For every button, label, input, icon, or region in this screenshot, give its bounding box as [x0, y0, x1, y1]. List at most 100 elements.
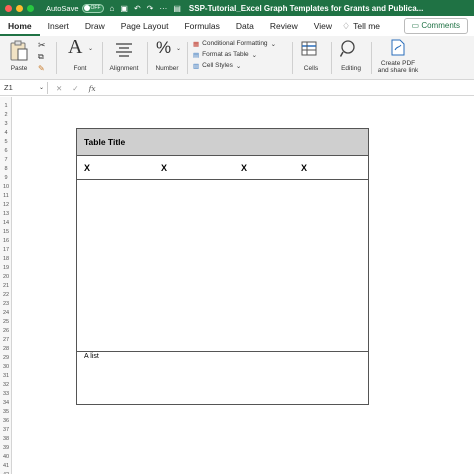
tell-me-search[interactable]: Tell me [353, 21, 380, 31]
styles-group: ▦ Conditional Formatting ⌄ ▤ Format as T… [193, 38, 291, 82]
paste-icon [10, 40, 28, 61]
cell-styles-button[interactable]: ▥ Cell Styles ⌄ [193, 60, 291, 71]
table-title: Table Title [77, 129, 368, 156]
ribbon: Paste ✂ ⧉ ✎ A ⌄ Font Alignment % ⌄ Numbe… [0, 36, 474, 80]
copy-icon[interactable]: ⧉ [38, 52, 44, 62]
save-icon[interactable]: ▣ [120, 4, 128, 13]
formula-input[interactable] [108, 81, 474, 96]
row-header[interactable]: 20 [0, 273, 12, 282]
row-header[interactable]: 10 [0, 183, 12, 192]
row-header[interactable]: 34 [0, 399, 12, 408]
row-header[interactable]: 33 [0, 390, 12, 399]
format-as-table-button[interactable]: ▤ Format as Table ⌄ [193, 49, 291, 60]
table-header-cell: X [241, 163, 248, 173]
row-header[interactable]: 7 [0, 156, 12, 165]
row-header[interactable]: 39 [0, 444, 12, 453]
cancel-icon[interactable]: ✕ [56, 81, 62, 96]
more-icon[interactable]: ··· [159, 4, 167, 13]
format-as-table-label: Format as Table [202, 51, 249, 58]
chevron-down-icon: ⌄ [270, 40, 277, 48]
row-header[interactable]: 30 [0, 363, 12, 372]
close-window-button[interactable] [5, 4, 12, 12]
format-painter-icon[interactable]: ✎ [38, 64, 45, 73]
tab-view[interactable]: View [306, 16, 340, 36]
row-header[interactable]: 12 [0, 201, 12, 210]
tab-formulas[interactable]: Formulas [176, 16, 227, 36]
row-header[interactable]: 36 [0, 417, 12, 426]
row-header[interactable]: 41 [0, 462, 12, 471]
row-header[interactable]: 4 [0, 129, 12, 138]
row-headers: 1 2 3 4 5 6 7 8 9 10 11 12 13 14 15 16 17 18 19 20 21 22 23 24 2… [0, 97, 12, 474]
row-header[interactable]: 38 [0, 435, 12, 444]
row-header[interactable]: 16 [0, 237, 12, 246]
alignment-label: Alignment [109, 65, 139, 72]
row-header[interactable]: 32 [0, 381, 12, 390]
conditional-formatting-button[interactable]: ▦ Conditional Formatting ⌄ [193, 38, 291, 49]
tab-draw[interactable]: Draw [77, 16, 113, 36]
row-header[interactable]: 29 [0, 354, 12, 363]
alignment-button[interactable]: Alignment [104, 36, 144, 80]
row-header[interactable]: 21 [0, 282, 12, 291]
row-header[interactable]: 28 [0, 345, 12, 354]
zoom-window-button[interactable] [27, 4, 34, 12]
comments-button[interactable]: ▭ Comments [403, 18, 468, 34]
tab-review[interactable]: Review [262, 16, 306, 36]
document-title: SSP-Tutorial_Excel Graph Templates for G… [188, 3, 424, 13]
cells-button[interactable]: Cells [295, 36, 327, 80]
formula-icons: ✕ ✓ fx [56, 81, 96, 96]
create-pdf-button[interactable]: Create PDF and share link [374, 36, 422, 80]
row-header[interactable]: 27 [0, 336, 12, 345]
create-pdf-label: Create PDF and share link [374, 60, 422, 74]
row-header[interactable]: 26 [0, 327, 12, 336]
function-icon[interactable]: fx [89, 81, 96, 96]
paste-label: Paste [10, 65, 28, 72]
row-header[interactable]: 6 [0, 147, 12, 156]
row-header[interactable]: 14 [0, 219, 12, 228]
row-header[interactable]: 37 [0, 426, 12, 435]
home-icon[interactable]: ⌂ [110, 4, 115, 13]
conditional-formatting-label: Conditional Formatting [202, 40, 268, 47]
tab-home[interactable]: Home [0, 16, 40, 36]
tab-data[interactable]: Data [228, 16, 262, 36]
row-header[interactable]: 1 [0, 102, 12, 111]
autosave-toggle[interactable]: OFF [81, 3, 104, 13]
tab-insert[interactable]: Insert [40, 16, 77, 36]
row-header[interactable]: 18 [0, 255, 12, 264]
cut-icon[interactable]: ✂ [38, 40, 46, 51]
row-header[interactable]: 35 [0, 408, 12, 417]
name-box[interactable]: Z1 ⌄ [2, 82, 48, 94]
font-icon: A [68, 36, 83, 58]
row-header[interactable]: 24 [0, 309, 12, 318]
row-header[interactable]: 11 [0, 192, 12, 201]
row-header[interactable]: 13 [0, 210, 12, 219]
row-header[interactable]: 15 [0, 228, 12, 237]
row-header[interactable]: 9 [0, 174, 12, 183]
row-header[interactable]: 31 [0, 372, 12, 381]
row-header[interactable]: 2 [0, 111, 12, 120]
row-header[interactable]: 23 [0, 300, 12, 309]
tab-page-layout[interactable]: Page Layout [113, 16, 177, 36]
row-header[interactable]: 19 [0, 264, 12, 273]
row-header[interactable]: 3 [0, 120, 12, 129]
paste-button[interactable]: Paste [4, 36, 34, 80]
row-header[interactable]: 8 [0, 165, 12, 174]
chevron-down-icon: ⌄ [235, 62, 242, 70]
font-dropdown-icon: ⌄ [88, 46, 94, 52]
minimize-window-button[interactable] [16, 4, 23, 12]
chevron-down-icon: ⌄ [251, 51, 258, 59]
file-icon: ▤ [173, 3, 181, 13]
row-header[interactable]: 5 [0, 138, 12, 147]
alignment-icon [116, 43, 132, 57]
table-list-text: A list [84, 353, 99, 360]
font-button[interactable]: A ⌄ Font [62, 36, 98, 80]
redo-icon[interactable]: ↷ [147, 4, 154, 13]
editing-button[interactable]: Editing [334, 36, 368, 80]
undo-icon[interactable]: ↶ [134, 4, 141, 13]
confirm-icon[interactable]: ✓ [72, 81, 78, 96]
number-button[interactable]: % ⌄ Number [150, 36, 184, 80]
table-header-cell: X [301, 163, 308, 173]
row-header[interactable]: 40 [0, 453, 12, 462]
row-header[interactable]: 22 [0, 291, 12, 300]
row-header[interactable]: 17 [0, 246, 12, 255]
row-header[interactable]: 25 [0, 318, 12, 327]
